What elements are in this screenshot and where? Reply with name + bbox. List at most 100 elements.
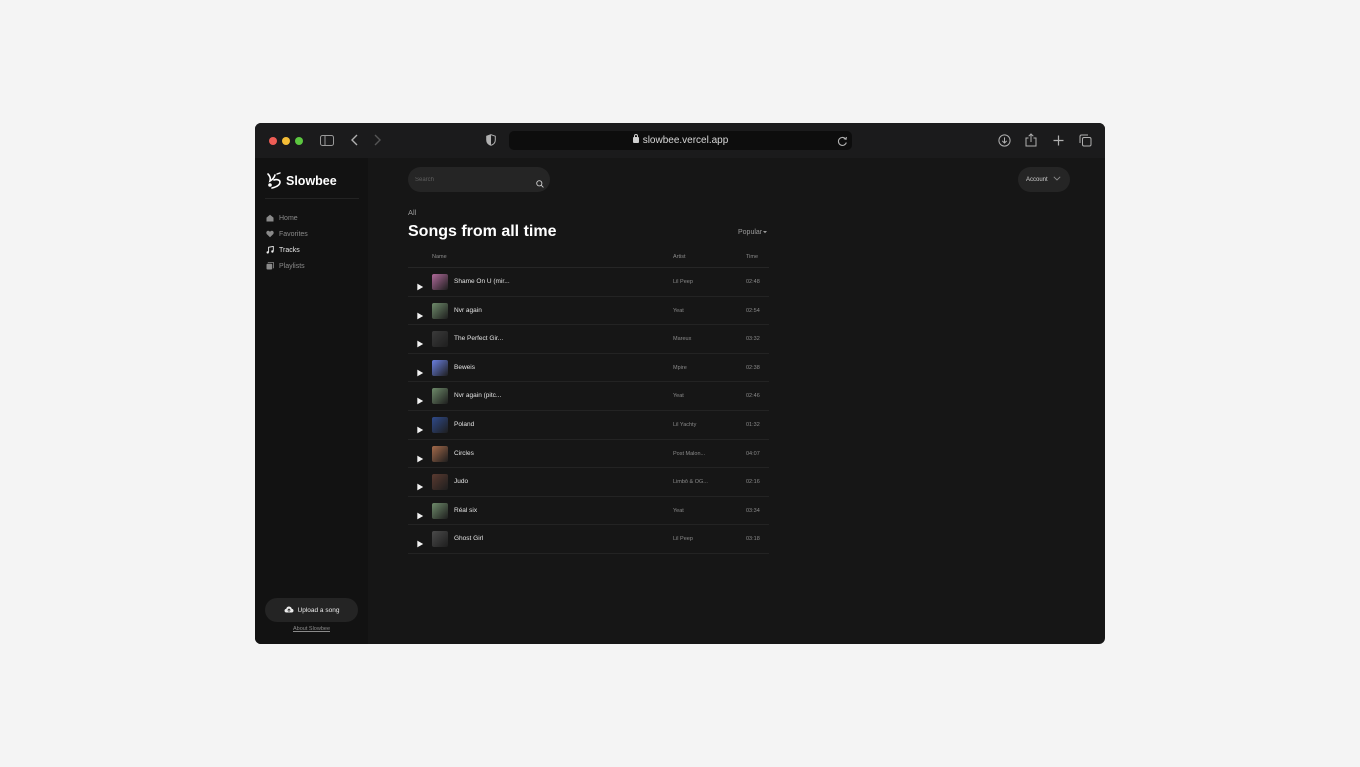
track-artist[interactable]: Lil Peep [673, 536, 693, 542]
zoom-window-button[interactable] [295, 137, 303, 145]
new-tab-icon[interactable] [1050, 132, 1066, 148]
sidebar-item-favorites[interactable]: Favorites [266, 226, 308, 242]
table-row[interactable]: Nvr again (pitc... Yeat 02:46 [408, 382, 769, 411]
lock-icon [632, 134, 639, 143]
play-icon[interactable] [416, 421, 424, 434]
sidebar-item-home[interactable]: Home [266, 210, 308, 226]
url-text: slowbee.vercel.app [642, 135, 729, 146]
table-row[interactable]: Ghost Girl Lil Peep 03:18 [408, 525, 769, 554]
play-icon[interactable] [416, 450, 424, 462]
play-icon[interactable] [416, 535, 424, 548]
table-row[interactable]: Judo Limbô & OG... 02:16 [408, 468, 769, 497]
sidebar-item-label: Playlists [279, 262, 305, 270]
track-artist[interactable]: Yeat [673, 393, 684, 399]
close-window-button[interactable] [269, 137, 277, 145]
table-header: Name Artist Time [408, 253, 769, 268]
forward-icon[interactable] [369, 132, 385, 148]
sidebar-item-tracks[interactable]: Tracks [266, 242, 308, 258]
track-name[interactable]: Nvr again [454, 307, 482, 314]
reload-icon[interactable] [837, 134, 848, 152]
about-link[interactable]: About Slowbee [255, 626, 368, 632]
track-name[interactable]: Ghost Girl [454, 535, 483, 542]
account-button[interactable]: Account [1018, 167, 1070, 192]
table-row[interactable]: Poland Lil Yachty 01:32 [408, 411, 769, 440]
table-row[interactable]: Beweis Mpire 02:38 [408, 354, 769, 383]
album-art [432, 302, 448, 319]
track-duration: 02:48 [746, 279, 760, 285]
play-icon[interactable] [416, 335, 424, 348]
play-icon[interactable] [416, 278, 424, 291]
track-artist[interactable]: Yeat [673, 308, 684, 314]
play-icon[interactable] [416, 307, 424, 319]
play-icon[interactable] [416, 392, 424, 405]
album-art [432, 416, 448, 433]
play-icon[interactable] [416, 364, 424, 377]
cloud-upload-icon [284, 606, 294, 615]
sort-label: Popular [738, 229, 763, 236]
track-name[interactable]: Beweis [454, 364, 475, 371]
browser-window: slowbee.vercel.app Slowbee Home Favorite… [255, 123, 1105, 644]
album-art [432, 531, 448, 548]
album-art [432, 474, 448, 491]
track-name[interactable]: Judo [454, 478, 468, 485]
column-header-name[interactable]: Name [432, 254, 447, 260]
breadcrumb[interactable]: All [408, 208, 416, 217]
track-duration: 03:18 [746, 536, 760, 543]
privacy-shield-icon[interactable] [483, 132, 499, 148]
column-header-time[interactable]: Time [746, 254, 758, 260]
play-icon[interactable] [416, 478, 424, 491]
app-name: Slowbee [286, 174, 337, 188]
share-icon[interactable] [1023, 132, 1039, 148]
track-name[interactable]: Shame On U (mir... [454, 278, 510, 285]
table-row[interactable]: Circles Post Malon... 04:07 [408, 440, 769, 469]
sort-dropdown[interactable]: Popular [738, 229, 768, 236]
search-box [408, 167, 550, 192]
minimize-window-button[interactable] [282, 137, 290, 145]
track-artist[interactable]: Lil Yachty [673, 422, 696, 428]
page-title: Songs from all time [408, 223, 557, 240]
tab-overview-icon[interactable] [1077, 132, 1093, 148]
track-name[interactable]: Réal six [454, 507, 477, 514]
table-row[interactable]: Réal six Yeat 03:34 [408, 497, 769, 526]
sidebar-item-label: Favorites [279, 230, 308, 238]
back-icon[interactable] [347, 132, 363, 148]
address-bar[interactable]: slowbee.vercel.app [509, 131, 852, 150]
track-duration: 02:16 [746, 479, 760, 486]
track-name[interactable]: The Perfect Gir... [454, 335, 503, 342]
track-name[interactable]: Poland [454, 421, 474, 428]
table-row[interactable]: Nvr again Yeat 02:54 [408, 297, 769, 326]
table-row[interactable]: The Perfect Gir... Mareux 03:32 [408, 325, 769, 354]
track-artist[interactable]: Yeat [673, 508, 684, 514]
track-duration: 02:54 [746, 307, 760, 314]
upload-song-button[interactable]: Upload a song [265, 598, 358, 622]
column-header-artist[interactable]: Artist [673, 254, 686, 260]
sidebar-toggle-icon[interactable] [319, 132, 335, 148]
track-artist[interactable]: Mareux [673, 336, 691, 342]
playlist-icon [266, 262, 274, 270]
app-logo[interactable]: Slowbee [266, 172, 337, 190]
track-artist[interactable]: Mpire [673, 365, 687, 371]
download-icon[interactable] [996, 132, 1012, 148]
track-artist[interactable]: Limbô & OG... [673, 479, 708, 485]
heart-icon [266, 230, 274, 238]
caret-down-icon [762, 229, 768, 236]
track-name[interactable]: Circles [454, 450, 474, 457]
upload-song-label: Upload a song [297, 606, 340, 614]
sidebar-nav: Home Favorites Tracks Playlists [266, 210, 308, 274]
track-duration: 03:32 [746, 336, 760, 343]
sidebar-item-label: Tracks [279, 246, 300, 254]
table-row[interactable]: Shame On U (mir... Lil Peep 02:48 [408, 268, 769, 297]
search-input[interactable] [415, 173, 525, 186]
play-icon[interactable] [416, 507, 424, 520]
track-artist[interactable]: Lil Peep [673, 279, 693, 285]
album-art [432, 445, 448, 462]
browser-toolbar: slowbee.vercel.app [255, 123, 1105, 158]
track-duration: 01:32 [746, 421, 760, 428]
sidebar-item-playlists[interactable]: Playlists [266, 258, 308, 274]
sidebar: Slowbee Home Favorites Tracks Playlists … [255, 158, 368, 644]
track-name[interactable]: Nvr again (pitc... [454, 392, 501, 399]
track-duration: 03:34 [746, 507, 760, 514]
track-artist[interactable]: Post Malon... [673, 451, 705, 457]
search-icon[interactable] [536, 175, 544, 193]
track-list: Shame On U (mir... Lil Peep 02:48 Nvr again… [408, 268, 769, 554]
